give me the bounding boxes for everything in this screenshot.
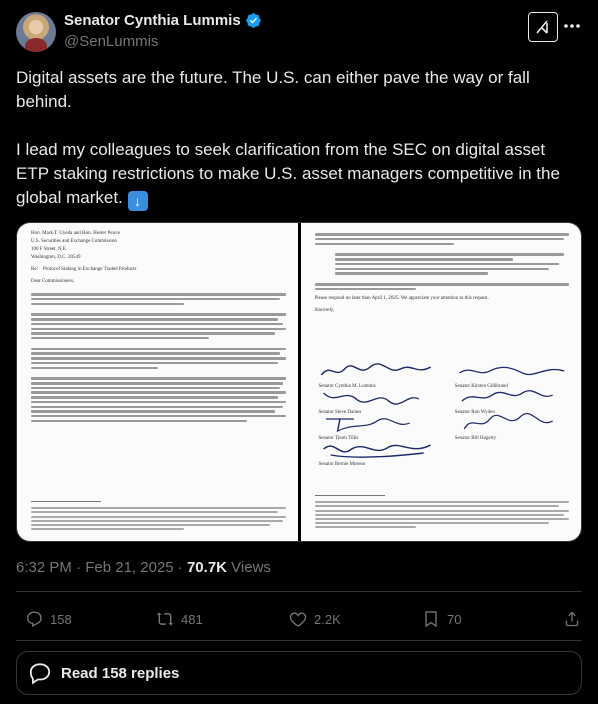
signature-scribble-icon: [458, 366, 565, 376]
author-handle[interactable]: @SenLummis: [64, 33, 158, 50]
reply-icon: [27, 611, 42, 628]
reply-button[interactable]: 158: [24, 608, 72, 630]
meta-separator: ·: [76, 559, 82, 576]
views-label: Views: [231, 559, 271, 576]
action-bar: 158 481 2.2K 70: [16, 608, 582, 632]
author-name-row: Senator Cynthia Lummis: [64, 12, 262, 29]
letter-paragraph: [31, 313, 286, 340]
post-paragraph-1: Digital assets are the future. The U.S. …: [16, 68, 530, 111]
share-button[interactable]: [562, 608, 582, 630]
more-options-icon: [564, 24, 580, 28]
post-date[interactable]: Feb 21, 2025: [85, 559, 173, 576]
signature-hagerty: Senator Bill Hagerty: [455, 413, 571, 441]
grok-button[interactable]: [528, 12, 558, 42]
letter-subject: Re: Protocol Staking in Exchange Traded …: [31, 267, 137, 272]
letter-page-1-footnotes: [31, 505, 286, 532]
signature-scribble-icon: [461, 390, 553, 402]
author-display-name[interactable]: Senator Cynthia Lummis: [64, 12, 241, 29]
bookmark-count: 70: [447, 611, 462, 627]
repost-count: 481: [181, 611, 203, 627]
read-replies-label: Read 158 replies: [61, 664, 180, 682]
letter-closing-request: Please respond no later than April 1, 20…: [314, 296, 489, 302]
letter-paragraph: [31, 347, 286, 369]
post-header: Senator Cynthia Lummis @SenLummis: [16, 10, 582, 54]
signature-scribble-icon: [325, 418, 410, 433]
verified-badge-icon: [245, 13, 261, 28]
avatar[interactable]: [16, 12, 56, 52]
views-count: 70.7K: [186, 559, 227, 576]
repost-icon: [157, 612, 173, 626]
signature-wyden: Senator Ron Wyden: [455, 387, 571, 415]
letter-address-line: Hon. Mark T. Uyeda and Hon. Hester Peirc…: [31, 231, 120, 236]
letter-page-2-body: Please respond no later than April 1, 20…: [314, 231, 569, 316]
letter-sincerely: Sincerely,: [314, 308, 335, 314]
signature-scribble-icon: [320, 363, 431, 376]
bookmark-button[interactable]: 70: [421, 608, 461, 630]
like-button[interactable]: 2.2K: [288, 608, 341, 630]
signature-block: Senator Cynthia M. Lummis Senator Kirste…: [319, 361, 572, 467]
letter-address-line: U.S. Securities and Exchange Commission: [31, 239, 117, 244]
more-options-button[interactable]: [562, 16, 582, 36]
letter-page-1-body: Hon. Mark T. Uyeda and Hon. Hester Peirc…: [31, 231, 286, 424]
letter-paragraph: [31, 293, 286, 306]
letter-page-2[interactable]: Please respond no later than April 1, 20…: [300, 223, 581, 541]
meta-separator: ·: [177, 559, 183, 576]
read-replies-button[interactable]: Read 158 replies: [16, 651, 582, 695]
signature-gillibrand: Senator Kirsten Gillibrand: [455, 361, 571, 389]
grok-icon: [536, 20, 548, 34]
post-media[interactable]: Hon. Mark T. Uyeda and Hon. Hester Peirc…: [16, 222, 582, 542]
signature-scribble-icon: [463, 413, 553, 430]
reply-bubble-icon: [29, 663, 51, 685]
letter-paragraph: [31, 377, 286, 423]
post-paragraph-2-text: I lead my colleagues to seek clarificati…: [16, 140, 560, 207]
post-paragraph-2: I lead my colleagues to seek clarificati…: [16, 138, 582, 211]
post-meta: 6:32 PM · Feb 21, 2025 · 70.7K Views: [16, 559, 271, 576]
signature-moreno: Senator Bernie Moreno: [319, 439, 435, 467]
post-time[interactable]: 6:32 PM: [16, 559, 72, 576]
letter-address-line: Washington, D.C. 20549: [31, 255, 81, 260]
letter-page-1[interactable]: Hon. Mark T. Uyeda and Hon. Hester Peirc…: [17, 223, 301, 541]
letter-address-line: 100 F Street, N.E.: [31, 247, 68, 252]
signature-scribble-icon: [322, 444, 431, 458]
signature-scribble-icon: [322, 392, 419, 405]
reply-count: 158: [50, 611, 72, 627]
bookmark-icon: [425, 611, 437, 628]
repost-button[interactable]: 481: [155, 608, 203, 630]
signature-tillis: Senator Thom Tillis: [319, 413, 435, 441]
post-text: Digital assets are the future. The U.S. …: [16, 66, 582, 235]
letter-salutation: Dear Commissioners,: [31, 279, 75, 284]
down-arrow-emoji-icon: ↓: [127, 191, 148, 211]
share-icon: [565, 611, 579, 627]
letter-page-2-footnotes: [314, 499, 569, 531]
signature-lummis: Senator Cynthia M. Lummis: [319, 361, 435, 389]
divider: [16, 640, 582, 641]
heart-icon: [289, 612, 307, 627]
like-count: 2.2K: [314, 611, 341, 627]
divider: [16, 591, 582, 592]
signature-daines: Senator Steve Daines: [319, 387, 435, 415]
